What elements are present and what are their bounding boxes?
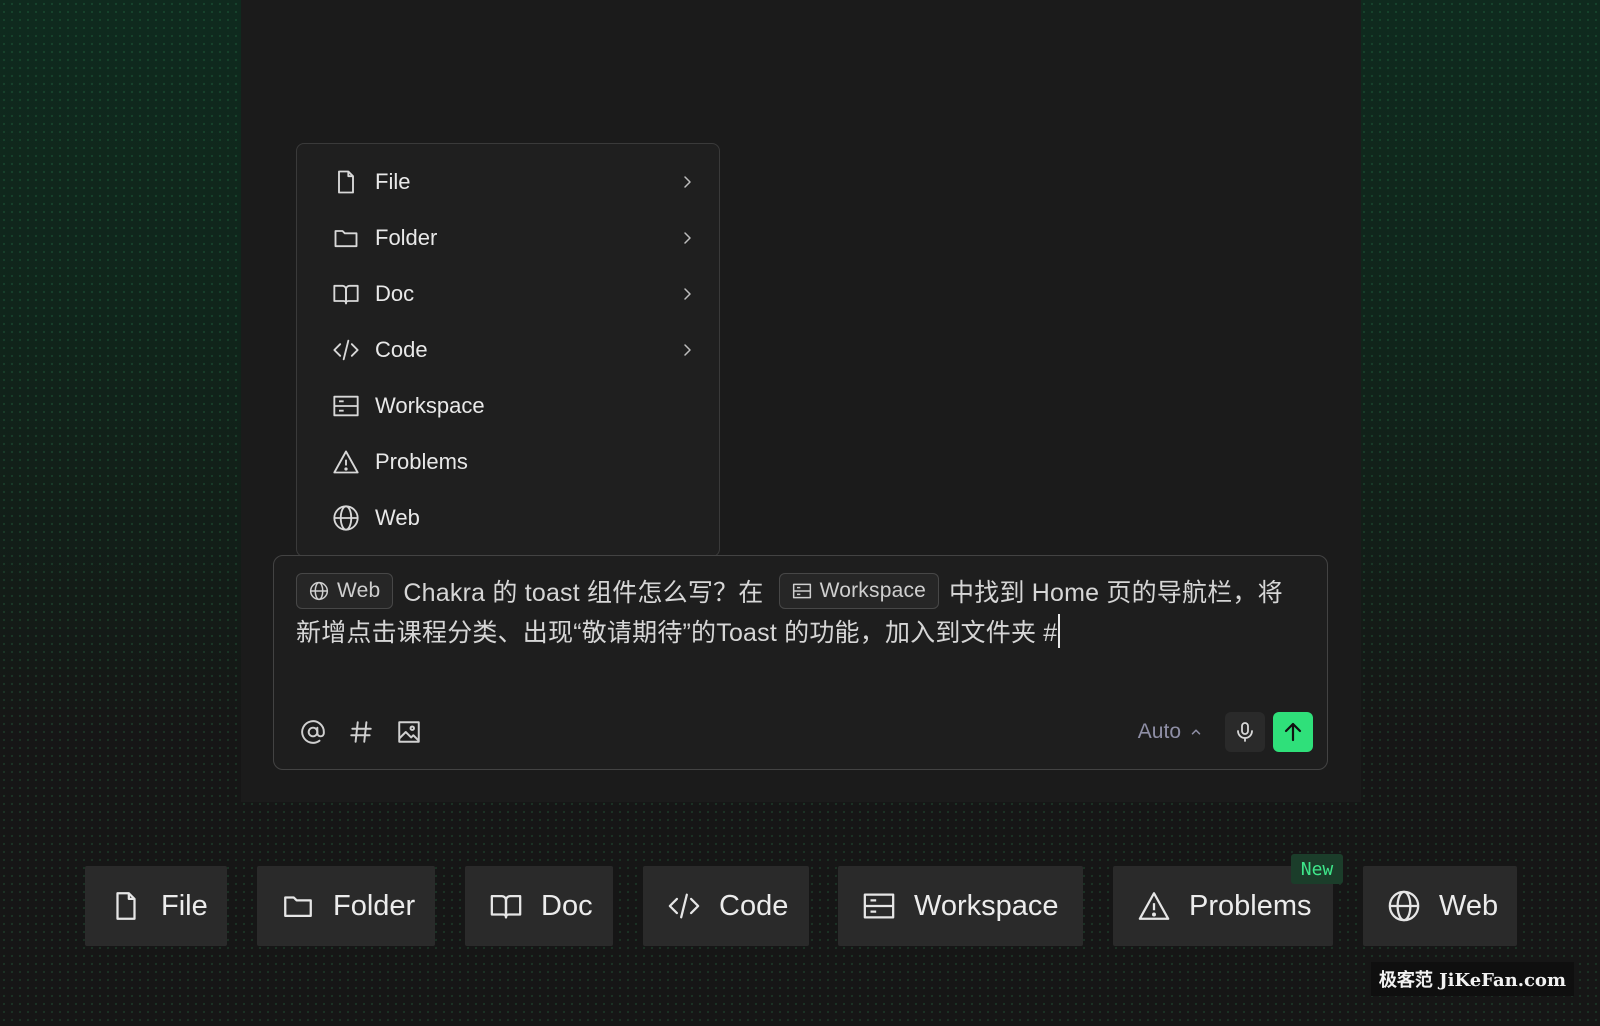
file-icon	[331, 167, 361, 197]
bottom-chip-label: Workspace	[914, 889, 1059, 922]
chevron-up-icon	[1191, 729, 1201, 735]
bottom-chip-label: Doc	[541, 889, 593, 922]
chevron-right-icon	[684, 232, 691, 244]
text-caret	[1058, 614, 1061, 649]
bottom-chip-label: Folder	[333, 889, 416, 922]
chip-label: Web	[337, 579, 381, 603]
menu-item-web[interactable]: Web	[307, 490, 709, 546]
menu-item-code[interactable]: Code	[307, 322, 709, 378]
folder-icon	[331, 223, 361, 253]
workspace-context-chip[interactable]: Workspace	[778, 573, 940, 610]
arrow-up-icon	[1284, 722, 1302, 742]
at-icon	[301, 720, 325, 744]
watermark: 极客范 JiKeFan.com	[1370, 962, 1574, 996]
menu-item-label: Folder	[375, 225, 438, 250]
image-upload-button[interactable]	[392, 715, 426, 749]
menu-item-label: Doc	[375, 281, 415, 306]
book-icon	[490, 894, 522, 919]
warning-icon	[331, 447, 361, 477]
bottom-chip-doc[interactable]: Doc	[465, 866, 613, 946]
bottom-chip-label: Code	[719, 889, 789, 922]
chevron-right-icon	[684, 344, 691, 356]
voice-input-button[interactable]	[1225, 712, 1265, 752]
warning-icon	[1138, 892, 1170, 920]
menu-item-label: Problems	[375, 449, 468, 474]
globe-icon	[309, 582, 329, 601]
send-button[interactable]	[1273, 712, 1313, 752]
context-menu: File Folder Doc Code Workspace Problems	[296, 143, 720, 557]
code-icon	[331, 335, 361, 365]
menu-item-workspace[interactable]: Workspace	[307, 378, 709, 434]
bottom-chip-file[interactable]: File	[85, 866, 227, 946]
bottom-chip-workspace[interactable]: Workspace	[838, 866, 1083, 946]
menu-item-problems[interactable]: Problems	[307, 434, 709, 490]
image-icon	[398, 721, 420, 743]
model-label: Auto	[1137, 720, 1181, 743]
bottom-chip-label: Problems	[1189, 889, 1312, 922]
menu-item-label: Workspace	[375, 393, 485, 418]
menu-item-folder[interactable]: Folder	[307, 210, 709, 266]
bottom-chip-web[interactable]: Web	[1363, 866, 1517, 946]
workspace-icon	[331, 391, 361, 421]
globe-icon	[1388, 890, 1420, 922]
chevron-right-icon	[684, 288, 691, 300]
mention-button[interactable]	[296, 715, 330, 749]
hashtag-button[interactable]	[344, 715, 378, 749]
chip-label: Workspace	[819, 579, 927, 603]
bottom-chip-folder[interactable]: Folder	[257, 866, 435, 946]
book-icon	[331, 279, 361, 309]
hash-icon	[350, 721, 372, 743]
menu-item-label: Web	[375, 505, 420, 530]
composer-textarea[interactable]: Web Chakra 的 toast 组件怎么写？在 Workspace 中找到…	[296, 573, 1306, 653]
web-context-chip[interactable]: Web	[296, 573, 394, 610]
composer-text-part: Chakra 的 toast 组件怎么写？在	[403, 579, 764, 607]
menu-item-label: Code	[375, 337, 428, 362]
model-selector[interactable]: Auto	[1138, 720, 1203, 744]
bottom-chip-label: File	[161, 889, 208, 922]
menu-item-file[interactable]: File	[307, 154, 709, 210]
workspace-icon	[863, 893, 895, 919]
chat-composer[interactable]: Web Chakra 的 toast 组件怎么写？在 Workspace 中找到…	[273, 555, 1328, 770]
menu-item-doc[interactable]: Doc	[307, 266, 709, 322]
bottom-chip-label: Web	[1439, 889, 1499, 922]
new-badge: New	[1291, 854, 1343, 884]
globe-icon	[331, 503, 361, 533]
chevron-right-icon	[684, 176, 691, 188]
code-icon	[668, 893, 700, 919]
composer-toolbar: Auto	[296, 711, 1313, 753]
bottom-chip-code[interactable]: Code	[643, 866, 809, 946]
file-icon	[116, 892, 136, 920]
folder-icon	[284, 896, 312, 918]
microphone-icon	[1237, 722, 1253, 742]
workspace-icon	[792, 583, 811, 599]
menu-item-label: File	[375, 169, 411, 194]
